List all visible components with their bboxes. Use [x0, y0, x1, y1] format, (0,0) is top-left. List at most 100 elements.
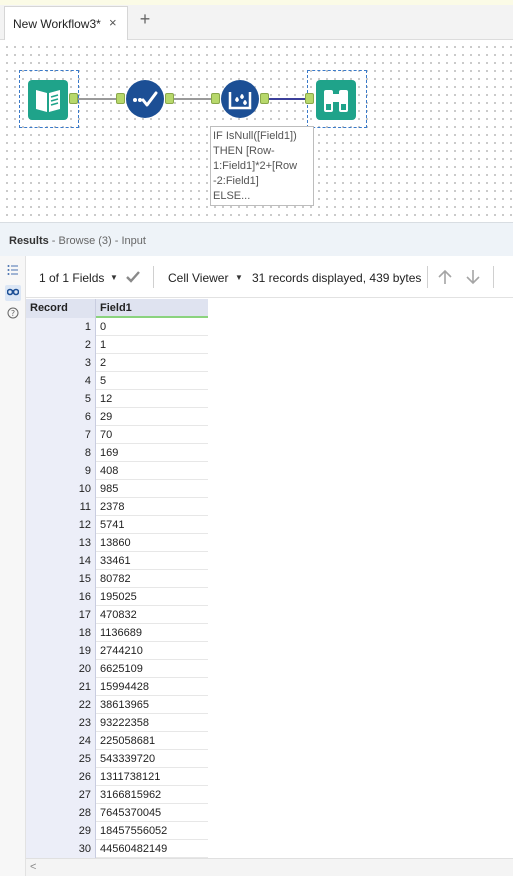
workflow-canvas[interactable]: IF IsNull([Field1]) THEN [Row- 1:Field1]…: [0, 40, 513, 220]
scroll-left-icon[interactable]: <: [30, 861, 36, 873]
tab-bar: New Workflow3* × +: [0, 0, 513, 40]
table-row[interactable]: 27 3166815962: [26, 786, 208, 804]
field1-cell[interactable]: 5741: [96, 516, 208, 534]
table-row[interactable]: 21: [26, 336, 208, 354]
field1-cell[interactable]: 1136689: [96, 624, 208, 642]
table-row[interactable]: 25 543339720: [26, 750, 208, 768]
table-row[interactable]: 14 33461: [26, 552, 208, 570]
table-row[interactable]: 17 470832: [26, 606, 208, 624]
field1-cell[interactable]: 38613965: [96, 696, 208, 714]
field1-cell[interactable]: 225058681: [96, 732, 208, 750]
table-row[interactable]: 23 93222358: [26, 714, 208, 732]
browse-tool[interactable]: [316, 80, 356, 120]
formula-input-anchor[interactable]: [211, 93, 220, 104]
column-header-field1[interactable]: Field1: [96, 299, 208, 318]
record-number-cell: 25: [26, 750, 96, 768]
field1-cell[interactable]: 70: [96, 426, 208, 444]
tab-new-workflow3[interactable]: New Workflow3* ×: [4, 6, 128, 40]
field1-cell[interactable]: 3166815962: [96, 786, 208, 804]
arrow-down-icon[interactable]: [465, 269, 481, 285]
table-row[interactable]: 6 29: [26, 408, 208, 426]
field1-cell[interactable]: 6625109: [96, 660, 208, 678]
input-output-anchor[interactable]: [69, 93, 78, 104]
table-row[interactable]: 9 408: [26, 462, 208, 480]
table-row[interactable]: 29 18457556052: [26, 822, 208, 840]
table-row[interactable]: 8 169: [26, 444, 208, 462]
table-row[interactable]: 18 1136689: [26, 624, 208, 642]
table-row[interactable]: 24 225058681: [26, 732, 208, 750]
field1-cell[interactable]: 12: [96, 390, 208, 408]
record-number-cell: 2: [26, 336, 96, 354]
field1-cell[interactable]: 80782: [96, 570, 208, 588]
field1-cell[interactable]: 13860: [96, 534, 208, 552]
table-row[interactable]: 15 80782: [26, 570, 208, 588]
field1-cell[interactable]: 470832: [96, 606, 208, 624]
tab-bar-top-strip: [0, 0, 513, 5]
table-row[interactable]: 19 2744210: [26, 642, 208, 660]
record-number-cell: 16: [26, 588, 96, 606]
record-number-cell: 29: [26, 822, 96, 840]
select-tool[interactable]: [126, 80, 164, 118]
field1-cell[interactable]: 44560482149: [96, 840, 208, 858]
table-row[interactable]: 21 15994428: [26, 678, 208, 696]
field1-cell[interactable]: 33461: [96, 552, 208, 570]
field1-cell[interactable]: 2744210: [96, 642, 208, 660]
table-row[interactable]: 22 38613965: [26, 696, 208, 714]
table-row[interactable]: 11 2378: [26, 498, 208, 516]
field1-cell[interactable]: 29: [96, 408, 208, 426]
table-row[interactable]: 30 44560482149: [26, 840, 208, 858]
viewer-dropdown-icon[interactable]: ▼: [235, 273, 243, 282]
horizontal-scrollbar[interactable]: <: [26, 858, 513, 876]
table-row[interactable]: 32: [26, 354, 208, 372]
table-row[interactable]: 10: [26, 318, 208, 336]
checkmark-icon[interactable]: [125, 270, 141, 284]
table-row[interactable]: 16 195025: [26, 588, 208, 606]
record-number-cell: 4: [26, 372, 96, 390]
field1-cell[interactable]: 195025: [96, 588, 208, 606]
select-input-anchor[interactable]: [116, 93, 125, 104]
field1-cell[interactable]: 2378: [96, 498, 208, 516]
field1-cell[interactable]: 0: [96, 318, 208, 336]
field1-cell[interactable]: 15994428: [96, 678, 208, 696]
help-icon[interactable]: ?: [5, 307, 21, 323]
record-number-cell: 1: [26, 318, 96, 336]
multi-row-formula-tool[interactable]: [221, 80, 259, 118]
field1-cell[interactable]: 2: [96, 354, 208, 372]
table-row[interactable]: 20 6625109: [26, 660, 208, 678]
table-row[interactable]: 10 985: [26, 480, 208, 498]
field1-cell[interactable]: 18457556052: [96, 822, 208, 840]
field1-cell[interactable]: 1: [96, 336, 208, 354]
table-row[interactable]: 28 7645370045: [26, 804, 208, 822]
table-row[interactable]: 13 13860: [26, 534, 208, 552]
field1-cell[interactable]: 5: [96, 372, 208, 390]
table-row[interactable]: 5 12: [26, 390, 208, 408]
field1-cell[interactable]: 7645370045: [96, 804, 208, 822]
arrow-up-icon[interactable]: [437, 269, 453, 285]
results-toolbar: 1 of 1 Fields ▼ Cell Viewer ▼ 31 records…: [26, 256, 513, 298]
column-header-record[interactable]: Record: [26, 299, 96, 318]
cell-viewer-selector[interactable]: Cell Viewer: [168, 271, 228, 285]
new-tab-icon[interactable]: +: [135, 9, 155, 30]
field1-cell[interactable]: 408: [96, 462, 208, 480]
table-row[interactable]: 26 1311738121: [26, 768, 208, 786]
table-row[interactable]: 12 5741: [26, 516, 208, 534]
fields-dropdown-icon[interactable]: ▼: [110, 273, 118, 282]
binoculars-view-icon[interactable]: [5, 285, 21, 301]
field1-cell[interactable]: 1311738121: [96, 768, 208, 786]
list-icon[interactable]: [5, 264, 21, 280]
multi-row-formula-tool-icon: [228, 92, 252, 110]
input-tool[interactable]: [28, 80, 68, 120]
field1-cell[interactable]: 93222358: [96, 714, 208, 732]
fields-selector[interactable]: 1 of 1 Fields: [39, 271, 104, 285]
record-number-cell: 17: [26, 606, 96, 624]
field1-cell[interactable]: 169: [96, 444, 208, 462]
close-tab-icon[interactable]: ×: [109, 15, 117, 30]
table-row[interactable]: 7 70: [26, 426, 208, 444]
table-row[interactable]: 45: [26, 372, 208, 390]
select-output-anchor[interactable]: [165, 93, 174, 104]
browse-input-anchor[interactable]: [305, 93, 314, 104]
field1-cell[interactable]: 985: [96, 480, 208, 498]
field1-cell[interactable]: 543339720: [96, 750, 208, 768]
formula-output-anchor[interactable]: [260, 93, 269, 104]
record-number-cell: 12: [26, 516, 96, 534]
